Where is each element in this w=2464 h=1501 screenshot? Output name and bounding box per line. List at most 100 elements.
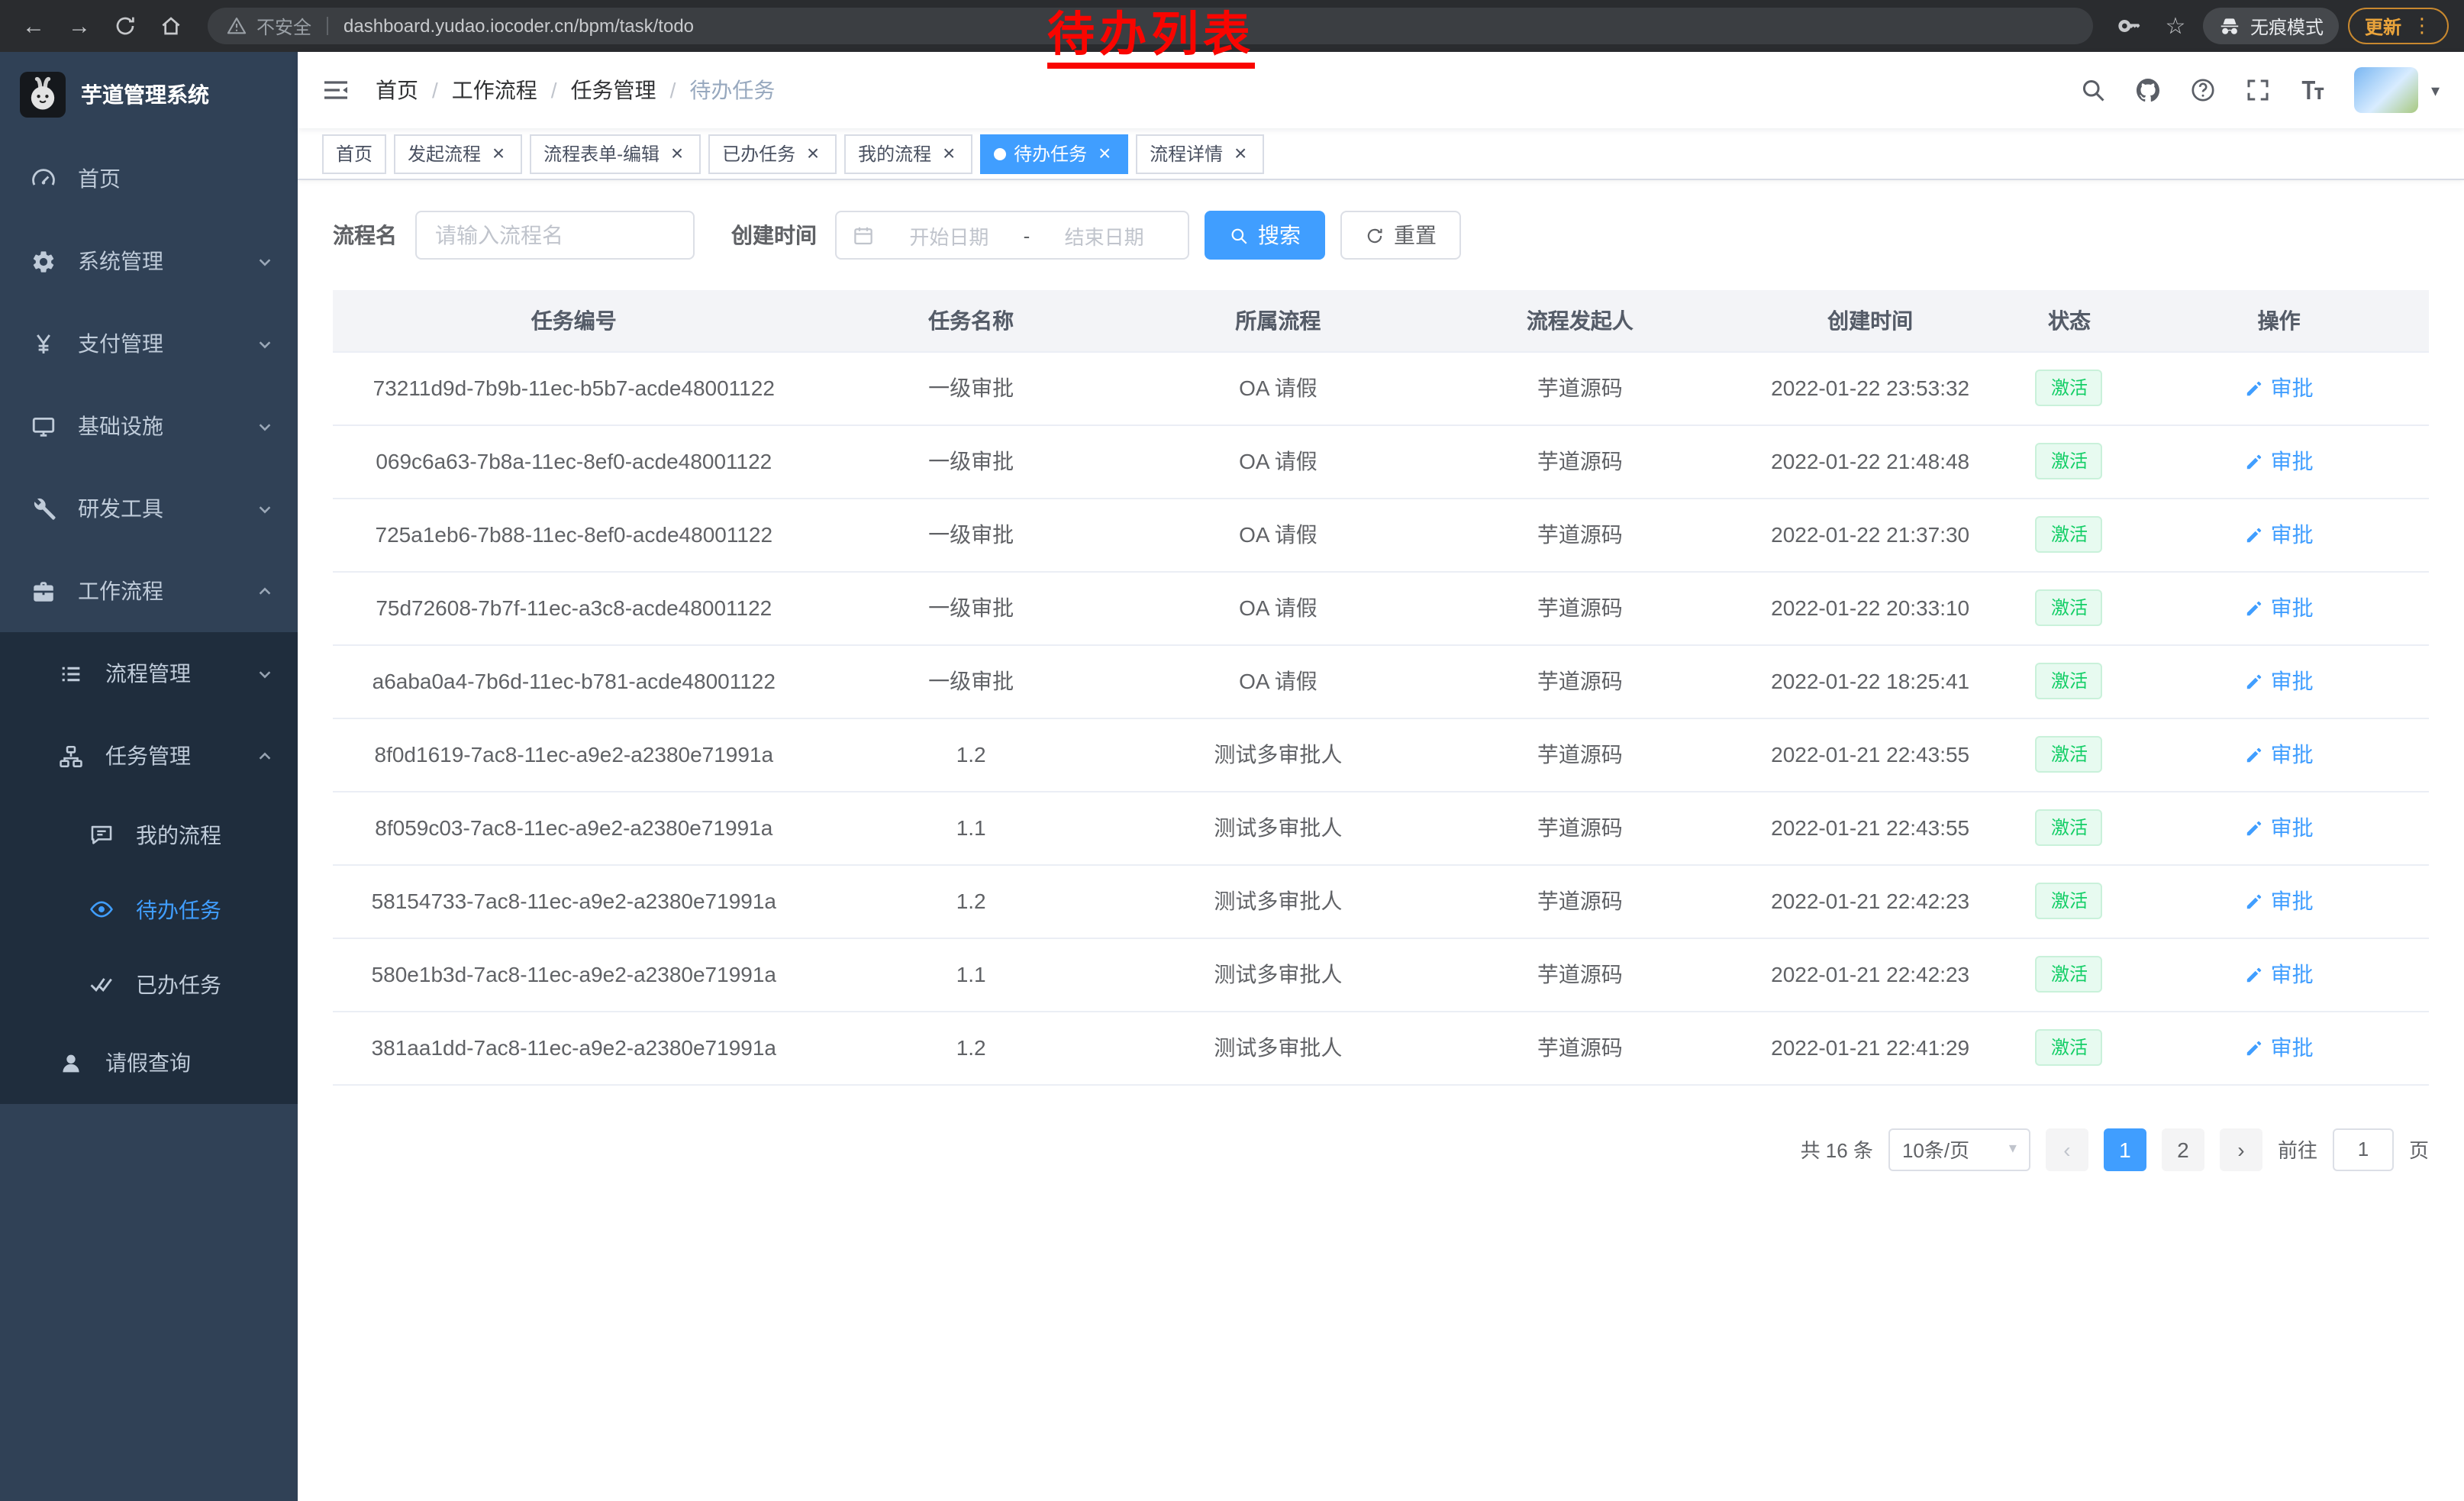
caret-down-icon[interactable]: ▾	[2431, 80, 2440, 100]
tab-close-icon[interactable]: ×	[803, 144, 823, 163]
sidebar-item-label: 已办任务	[136, 969, 273, 999]
sidebar-item-system[interactable]: 系统管理	[0, 220, 298, 302]
approve-link[interactable]: 审批	[2245, 592, 2314, 623]
update-button[interactable]: 更新 ⋮	[2348, 8, 2449, 44]
font-size-icon[interactable]	[2300, 76, 2327, 104]
chevron-down-icon	[256, 418, 273, 434]
tab-label: 流程详情	[1150, 140, 1223, 166]
tab-close-icon[interactable]: ×	[489, 144, 508, 163]
task-name-cell: 1.1	[815, 938, 1127, 1011]
key-icon[interactable]	[2111, 8, 2148, 44]
gauge-icon	[31, 166, 56, 192]
approve-link[interactable]: 审批	[2245, 666, 2314, 696]
edit-icon	[2245, 451, 2265, 471]
home-icon[interactable]	[153, 8, 189, 44]
sidebar-item-home[interactable]: 首页	[0, 137, 298, 220]
sidebar-item-devtools[interactable]: 研发工具	[0, 467, 298, 550]
search-button-icon	[1229, 225, 1249, 245]
sidebar-item-my-process[interactable]: 我的流程	[0, 797, 298, 872]
approve-link[interactable]: 审批	[2245, 812, 2314, 843]
task-id-cell: 381aa1dd-7ac8-11ec-a9e2-a2380e71991a	[333, 1011, 815, 1084]
approve-label: 审批	[2271, 446, 2314, 476]
edit-icon	[2245, 598, 2265, 618]
sidebar-item-task-management[interactable]: 任务管理	[0, 715, 298, 797]
sidebar-item-leave-query[interactable]: 请假查询	[0, 1022, 298, 1104]
reset-button[interactable]: 重置	[1340, 211, 1461, 260]
fullscreen-icon[interactable]	[2245, 76, 2272, 104]
column-header: 流程发起人	[1429, 290, 1730, 351]
approve-link[interactable]: 审批	[2245, 739, 2314, 770]
sidebar: 芋道管理系统 首页系统管理支付管理基础设施研发工具工作流程流程管理任务管理我的流…	[0, 52, 298, 1501]
approve-link[interactable]: 审批	[2245, 959, 2314, 989]
process-name-input[interactable]	[415, 211, 695, 260]
page-size-value: 10条/页	[1902, 1135, 1969, 1164]
monitor-icon	[31, 413, 56, 439]
approve-link[interactable]: 审批	[2245, 446, 2314, 476]
sidebar-item-workflow[interactable]: 工作流程	[0, 550, 298, 632]
sidebar-item-payment[interactable]: 支付管理	[0, 302, 298, 385]
avatar[interactable]	[2355, 67, 2419, 113]
edit-icon	[2245, 525, 2265, 544]
sidebar-item-label: 基础设施	[78, 411, 256, 441]
tab-start-process[interactable]: 发起流程×	[394, 134, 522, 173]
org-icon	[58, 743, 84, 769]
search-button[interactable]: 搜索	[1205, 211, 1325, 260]
table-row: 58154733-7ac8-11ec-a9e2-a2380e71991a1.2测…	[333, 864, 2429, 938]
goto-page-input[interactable]	[2333, 1128, 2394, 1170]
action-cell: 审批	[2129, 498, 2429, 571]
page-size-select[interactable]: 10条/页 ▾	[1888, 1128, 2030, 1170]
sidebar-item-todo-task[interactable]: 待办任务	[0, 872, 298, 947]
incognito-badge: 无痕模式	[2203, 8, 2339, 44]
process-cell: OA 请假	[1127, 571, 1429, 644]
reload-icon[interactable]	[107, 8, 144, 44]
date-range-picker[interactable]: 开始日期 - 结束日期	[835, 211, 1189, 260]
approve-label: 审批	[2271, 886, 2314, 916]
github-icon[interactable]	[2135, 76, 2162, 104]
tab-close-icon[interactable]: ×	[667, 144, 687, 163]
edit-icon	[2245, 378, 2265, 398]
back-icon[interactable]: ←	[15, 8, 52, 44]
page-button-2[interactable]: 2	[2162, 1128, 2204, 1170]
sidebar-toggle-icon[interactable]	[321, 75, 351, 105]
start-date-placeholder: 开始日期	[881, 221, 1018, 250]
tab-process-detail[interactable]: 流程详情 ×	[1136, 134, 1264, 173]
approve-link[interactable]: 审批	[2245, 1032, 2314, 1063]
status-badge: 激活	[2036, 662, 2103, 700]
help-icon[interactable]	[2190, 76, 2217, 104]
breadcrumb-item[interactable]: 首页	[376, 75, 418, 105]
search-icon[interactable]	[2080, 76, 2108, 104]
breadcrumb-item[interactable]: 任务管理	[571, 75, 656, 105]
main-area: 首页/工作流程/任务管理/待办任务 ▾ 首页发起流程×流程表单-编辑×已办任务×…	[298, 52, 2464, 1501]
task-name-cell: 一级审批	[815, 424, 1127, 498]
tab-close-icon[interactable]: ×	[939, 144, 959, 163]
breadcrumb-item[interactable]: 工作流程	[452, 75, 537, 105]
approve-link[interactable]: 审批	[2245, 519, 2314, 550]
browser-menu-dots-icon[interactable]: ⋮	[2412, 14, 2432, 38]
tab-form-edit[interactable]: 流程表单-编辑×	[530, 134, 701, 173]
tab-close-icon[interactable]: ×	[1230, 144, 1250, 163]
sidebar-item-process-management[interactable]: 流程管理	[0, 632, 298, 715]
page-button-1[interactable]: 1	[2104, 1128, 2146, 1170]
table-header-row: 任务编号任务名称所属流程流程发起人创建时间状态操作	[333, 290, 2429, 351]
approve-label: 审批	[2271, 519, 2314, 550]
status-badge: 激活	[2036, 589, 2103, 627]
next-page-button[interactable]: ›	[2220, 1128, 2262, 1170]
tab-close-icon[interactable]: ×	[1095, 144, 1114, 163]
sidebar-item-label: 流程管理	[105, 658, 256, 689]
prev-page-button[interactable]: ‹	[2046, 1128, 2088, 1170]
approve-link[interactable]: 审批	[2245, 886, 2314, 916]
sidebar-item-done-task[interactable]: 已办任务	[0, 947, 298, 1022]
process-cell: 测试多审批人	[1127, 791, 1429, 864]
sidebar-item-infrastructure[interactable]: 基础设施	[0, 385, 298, 467]
action-cell: 审批	[2129, 791, 2429, 864]
tab-done-task[interactable]: 已办任务×	[708, 134, 837, 173]
task-id-cell: 069c6a63-7b8a-11ec-8ef0-acde48001122	[333, 424, 815, 498]
tab-todo-task[interactable]: 待办任务×	[980, 134, 1128, 173]
approve-link[interactable]: 审批	[2245, 373, 2314, 403]
logo[interactable]: 芋道管理系统	[0, 52, 298, 137]
table-row: 8f0d1619-7ac8-11ec-a9e2-a2380e71991a1.2测…	[333, 718, 2429, 791]
forward-icon[interactable]: →	[61, 8, 98, 44]
tab-home[interactable]: 首页	[322, 134, 386, 173]
bookmark-star-icon[interactable]: ☆	[2157, 8, 2194, 44]
tab-my-process[interactable]: 我的流程×	[844, 134, 972, 173]
